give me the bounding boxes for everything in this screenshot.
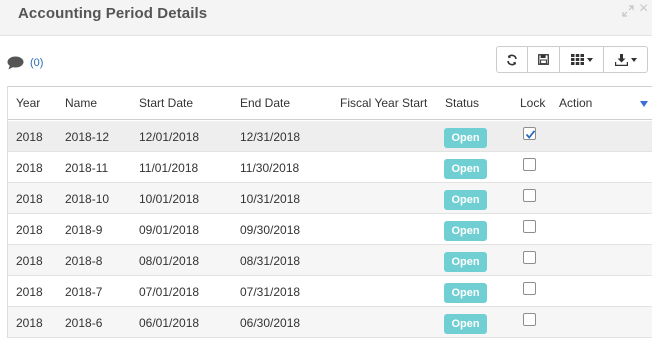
refresh-icon <box>506 54 518 66</box>
cell-year: 2018 <box>16 316 43 330</box>
status-badge[interactable]: Open <box>444 159 487 179</box>
comment-icon <box>7 56 24 70</box>
cell-end-date: 08/31/2018 <box>240 254 301 268</box>
status-badge[interactable]: Open <box>444 283 487 303</box>
column-header-action[interactable]: Action <box>559 96 592 110</box>
cell-end-date: 07/31/2018 <box>240 285 301 299</box>
refresh-button[interactable] <box>496 46 528 73</box>
column-header-lock[interactable]: Lock <box>520 96 545 110</box>
cell-end-date: 11/30/2018 <box>240 161 300 175</box>
table-row[interactable]: 2018 2018-9 09/01/2018 09/30/2018 Open <box>8 214 652 245</box>
cell-end-date: 12/31/2018 <box>240 130 301 144</box>
close-icon[interactable]: × <box>639 1 648 17</box>
comment-count: (0) <box>30 57 44 69</box>
cell-end-date: 06/30/2018 <box>240 316 301 330</box>
cell-end-date: 10/31/2018 <box>240 192 301 206</box>
cell-start-date: 12/01/2018 <box>139 130 200 144</box>
status-badge[interactable]: Open <box>444 314 487 334</box>
chevron-down-icon <box>586 57 593 62</box>
table-row[interactable]: 2018 2018-7 07/01/2018 07/31/2018 Open <box>8 276 652 307</box>
table-row[interactable]: 2018 2018-10 10/01/2018 10/31/2018 Open <box>8 183 652 214</box>
cell-year: 2018 <box>16 285 43 299</box>
lock-checkbox[interactable] <box>523 282 536 295</box>
save-button[interactable] <box>527 46 560 73</box>
export-button[interactable] <box>603 46 648 73</box>
cell-name: 2018-11 <box>65 161 109 175</box>
checkmark-icon <box>525 130 536 139</box>
cell-name: 2018-6 <box>65 316 103 330</box>
cell-name: 2018-8 <box>65 254 103 268</box>
status-badge[interactable]: Open <box>444 128 487 148</box>
status-badge[interactable]: Open <box>444 252 487 272</box>
save-icon <box>538 54 549 65</box>
cell-year: 2018 <box>16 130 43 144</box>
cell-year: 2018 <box>16 161 43 175</box>
status-badge[interactable]: Open <box>444 190 487 210</box>
cell-start-date: 09/01/2018 <box>139 223 200 237</box>
lock-checkbox[interactable] <box>523 189 536 202</box>
table-row[interactable]: 2018 2018-6 06/01/2018 06/30/2018 Open <box>8 307 652 338</box>
cell-name: 2018-10 <box>65 192 110 206</box>
cell-name: 2018-12 <box>65 130 110 144</box>
cell-start-date: 10/01/2018 <box>139 192 200 206</box>
expand-icon[interactable] <box>621 4 635 18</box>
lock-checkbox[interactable] <box>523 251 536 264</box>
cell-start-date: 11/01/2018 <box>139 161 199 175</box>
columns-icon <box>570 54 584 65</box>
table-row[interactable]: 2018 2018-11 11/01/2018 11/30/2018 Open <box>8 152 652 183</box>
cell-name: 2018-7 <box>65 285 103 299</box>
grid-header: Year Name Start Date End Date Fiscal Yea… <box>8 87 652 120</box>
columns-button[interactable] <box>559 46 604 73</box>
column-header-end-date[interactable]: End Date <box>240 96 290 110</box>
table-row[interactable]: 2018 2018-8 08/01/2018 08/31/2018 Open <box>8 245 652 276</box>
column-header-fiscal-year-start[interactable]: Fiscal Year Start <box>340 96 427 110</box>
cell-year: 2018 <box>16 223 43 237</box>
cell-start-date: 06/01/2018 <box>139 316 200 330</box>
table-row[interactable]: 2018 2018-12 12/01/2018 12/31/2018 Open <box>8 121 652 152</box>
sort-triangle-icon[interactable] <box>640 101 648 107</box>
cell-start-date: 07/01/2018 <box>139 285 200 299</box>
download-icon <box>614 53 628 66</box>
cell-year: 2018 <box>16 192 43 206</box>
chevron-down-icon <box>630 57 637 62</box>
comments-link[interactable]: (0) <box>7 55 43 71</box>
cell-name: 2018-9 <box>65 223 103 237</box>
column-header-start-date[interactable]: Start Date <box>139 96 193 110</box>
lock-checkbox[interactable] <box>523 313 536 326</box>
accounting-periods-grid: Year Name Start Date End Date Fiscal Yea… <box>7 86 652 338</box>
lock-checkbox[interactable] <box>523 220 536 233</box>
cell-year: 2018 <box>16 254 43 268</box>
cell-end-date: 09/30/2018 <box>240 223 301 237</box>
column-header-name[interactable]: Name <box>65 96 97 110</box>
column-header-status[interactable]: Status <box>445 96 479 110</box>
panel-title: Accounting Period Details <box>18 5 208 22</box>
lock-checkbox[interactable] <box>523 127 536 140</box>
cell-start-date: 08/01/2018 <box>139 254 200 268</box>
lock-checkbox[interactable] <box>523 158 536 171</box>
column-header-year[interactable]: Year <box>16 96 40 110</box>
grid-toolbar <box>496 46 648 73</box>
panel-header: Accounting Period Details × <box>0 0 652 36</box>
status-badge[interactable]: Open <box>444 221 487 241</box>
